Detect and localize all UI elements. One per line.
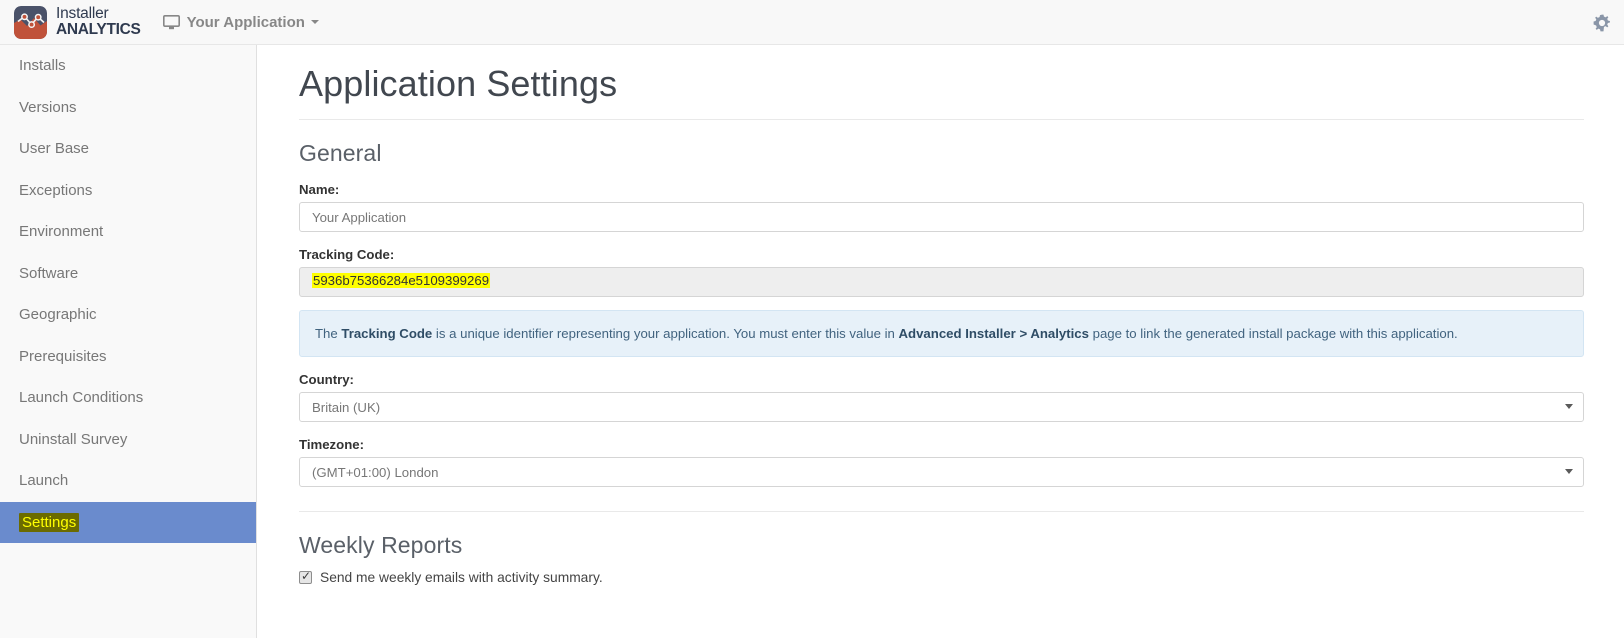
section-title-general: General: [299, 140, 382, 166]
weekly-email-checkbox-row: ✓ Send me weekly emails with activity su…: [299, 570, 1584, 585]
brand-line-2: ANALYTICS: [56, 21, 141, 38]
sidebar-item-label: Launch: [19, 472, 69, 489]
settings-form: Application Settings General Name: Track…: [258, 45, 1624, 585]
sidebar-item-exceptions[interactable]: Exceptions: [0, 170, 256, 212]
sidebar-item-label: Installs: [19, 57, 66, 74]
sidebar-item-uninstall-survey[interactable]: Uninstall Survey: [0, 419, 256, 461]
alert-text-part1: The: [315, 326, 342, 341]
weekly-email-checkbox[interactable]: ✓: [299, 569, 312, 585]
sidebar-item-label: Geographic: [19, 306, 97, 323]
sidebar-item-label: User Base: [19, 140, 90, 157]
country-select-wrapper: Britain (UK): [299, 392, 1584, 423]
alert-bold-tracking-code: Tracking Code: [341, 326, 433, 341]
tracking-code-field-label: Tracking Code:: [299, 247, 395, 262]
alert-text-part2: is a unique identifier representing your…: [432, 326, 899, 341]
sidebar-item-label: Uninstall Survey: [19, 430, 128, 448]
tracking-code-wrapper: 5936b75366284e5109399269: [299, 267, 1584, 297]
weekly-email-checkbox-label[interactable]: Send me weekly emails with activity summ…: [320, 570, 603, 585]
timezone-select[interactable]: (GMT+01:00) London: [299, 457, 1584, 488]
country-select[interactable]: Britain (UK): [299, 392, 1584, 423]
sidebar-item-software[interactable]: Software: [0, 253, 256, 295]
name-input[interactable]: [299, 202, 1584, 232]
country-field-label: Country:: [299, 372, 354, 388]
brand-line-1: Installer: [56, 5, 109, 23]
section-title-weekly-reports: Weekly Reports: [299, 532, 463, 559]
sidebar-item-launch-conditions[interactable]: Launch Conditions: [0, 377, 256, 419]
sidebar-item-environment[interactable]: Environment: [0, 211, 256, 253]
sidebar-item-label: Environment: [19, 223, 104, 240]
sidebar-item-label: Exceptions: [19, 181, 93, 199]
application-switcher-label: Your Application: [186, 13, 305, 31]
tracking-code-info-alert: The Tracking Code is a unique identifier…: [299, 310, 1584, 358]
section-divider: [299, 511, 1584, 513]
brand-title: Installer ANALYTICS: [56, 6, 141, 38]
sidebar-item-launch[interactable]: Launch: [0, 460, 256, 502]
name-field-label: Name:: [299, 182, 340, 197]
sidebar-item-settings[interactable]: Settings: [0, 501, 256, 543]
sidebar-item-label: Launch Conditions: [19, 389, 144, 406]
page-title: Application Settings: [299, 63, 1584, 120]
chevron-down-icon: [310, 20, 319, 24]
sidebar-item-versions[interactable]: Versions: [0, 87, 256, 129]
alert-bold-advanced-installer: Advanced Installer > Analytics: [898, 326, 1089, 341]
sidebar-item-label: Software: [19, 264, 79, 282]
timezone-select-wrapper: (GMT+01:00) London: [299, 457, 1584, 488]
sidebar-item-geographic[interactable]: Geographic: [0, 294, 256, 336]
timezone-field-label: Timezone:: [299, 437, 364, 453]
sidebar-item-user-base[interactable]: User Base: [0, 128, 256, 170]
gear-icon[interactable]: [1592, 13, 1612, 33]
alert-text-part3: page to link the generated install packa…: [1088, 326, 1458, 341]
sidebar-nav: Installs Versions User Base Exceptions E…: [0, 45, 257, 638]
tracking-code-input[interactable]: [299, 267, 1584, 297]
sidebar-item-installs[interactable]: Installs: [0, 45, 256, 87]
sidebar-item-label: Prerequisites: [19, 347, 107, 365]
top-navbar: Installer ANALYTICS Your Application: [0, 0, 1624, 45]
sidebar-item-label: Settings: [19, 512, 80, 532]
main-content-area: Application Settings General Name: Track…: [258, 45, 1624, 638]
checkmark-icon: ✓: [301, 569, 312, 584]
monitor-icon: [162, 14, 180, 30]
application-switcher[interactable]: Your Application: [162, 13, 319, 31]
installer-analytics-logo-icon: [14, 5, 47, 39]
sidebar-item-prerequisites[interactable]: Prerequisites: [0, 336, 256, 378]
brand-logo-link[interactable]: Installer ANALYTICS: [14, 5, 141, 39]
sidebar-item-label: Versions: [19, 98, 77, 116]
